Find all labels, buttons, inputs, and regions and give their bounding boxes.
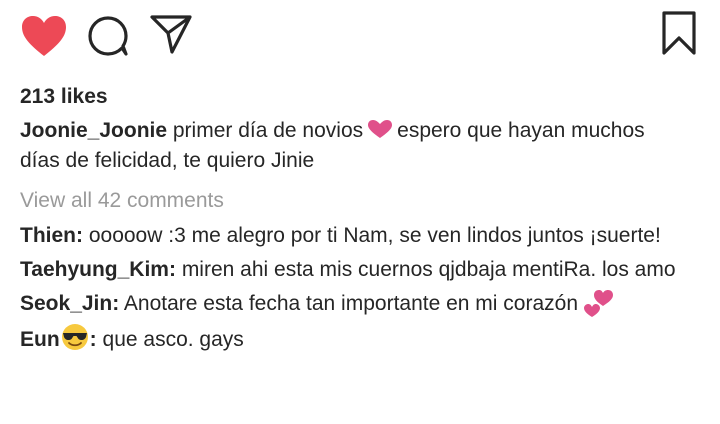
comment-username[interactable]: Thien: — [20, 224, 83, 247]
comment-username[interactable]: Taehyung_Kim: — [20, 258, 176, 281]
comment-username[interactable]: Eun : — [20, 324, 97, 351]
comments-list: Thien: ooooow :3 me alegro por ti Nam, s… — [20, 220, 710, 358]
paper-plane-icon[interactable] — [148, 12, 194, 56]
two-hearts-icon — [584, 290, 614, 317]
heart-icon[interactable] — [20, 14, 68, 58]
comment-text: que asco. gays — [102, 328, 244, 351]
action-bar — [0, 0, 720, 70]
comment-item: Seok_Jin: Anotare esta fecha tan importa… — [20, 288, 710, 319]
likes-count[interactable]: 213 likes — [20, 84, 108, 110]
comment-icon[interactable] — [86, 14, 130, 58]
view-all-comments-link[interactable]: View all 42 comments — [20, 187, 224, 215]
comment-text: miren ahi esta mis cuernos qjdbaja menti… — [181, 258, 676, 281]
comment-item: Eun : que asco. gays — [20, 322, 710, 355]
sunglasses-emoji-icon — [61, 324, 88, 350]
comment-username-colon: : — [89, 328, 97, 351]
comment-username-text: Eun — [20, 328, 60, 351]
caption-text-start: primer día de novios — [172, 119, 364, 142]
caption-username[interactable]: Joonie_Joonie — [20, 119, 167, 142]
comment-text: ooooow :3 me alegro por ti Nam, se ven l… — [88, 224, 661, 247]
comment-username[interactable]: Seok_Jin: — [20, 292, 119, 315]
comment-item: Thien: ooooow :3 me alegro por ti Nam, s… — [20, 220, 710, 251]
pink-heart-icon — [368, 120, 393, 138]
comment-item: Taehyung_Kim: miren ahi esta mis cuernos… — [20, 254, 710, 285]
bookmark-icon[interactable] — [660, 10, 698, 56]
comment-text: Anotare esta fecha tan importante en mi … — [123, 292, 579, 315]
post-caption: Joonie_Joonie primer día de novios espero… — [20, 116, 690, 176]
